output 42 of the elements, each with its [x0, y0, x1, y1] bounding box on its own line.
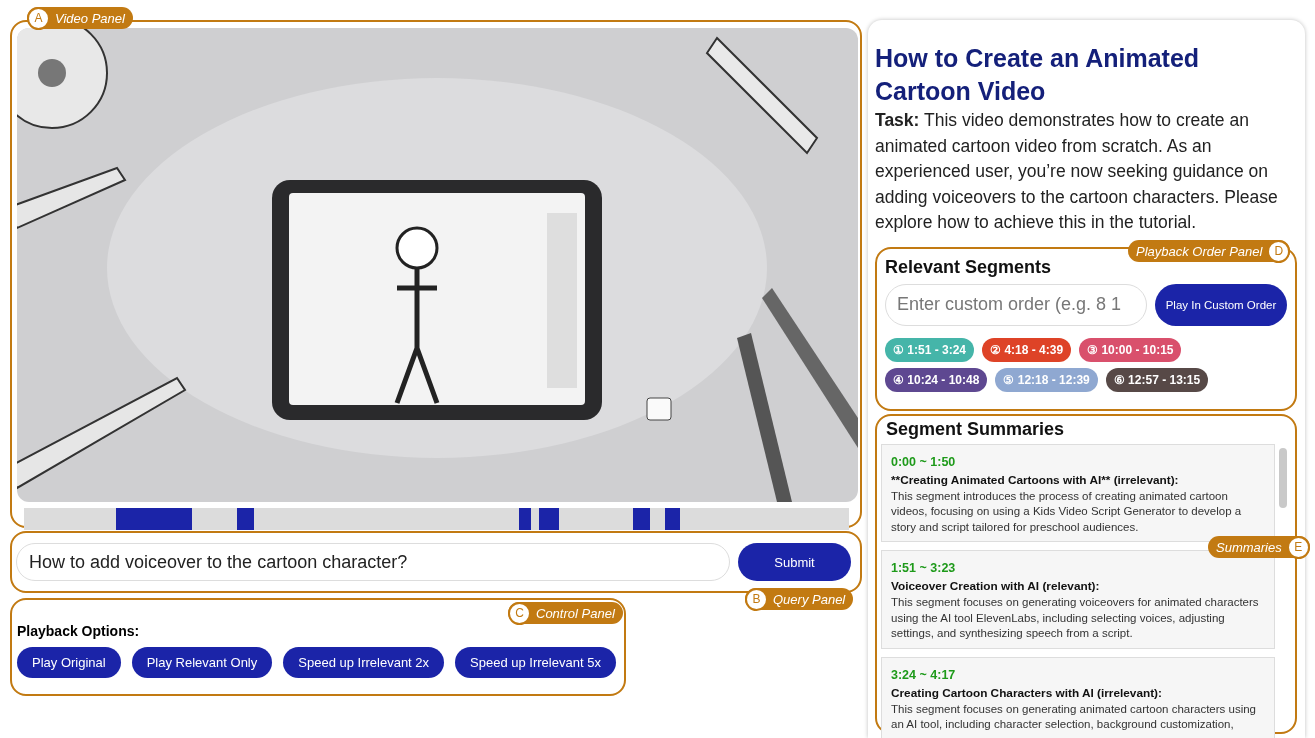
segment-time: 1:51 ~ 3:23	[891, 561, 956, 575]
timeline-bar[interactable]	[24, 508, 849, 530]
callout-text: Video Panel	[55, 10, 125, 26]
segment-chip[interactable]: ② 4:18 - 4:39	[982, 337, 1072, 362]
scrollbar-thumb[interactable]	[1279, 447, 1287, 508]
video-title: How to Create an Animated Cartoon Video	[875, 43, 1201, 107]
playback-option-button[interactable]: Speed up Irrelevant 2x	[283, 647, 445, 678]
segment-time: 3:24 ~ 4:17	[891, 667, 956, 682]
callout-letter: E	[1286, 535, 1310, 559]
callout-text: Control Panel	[536, 605, 615, 621]
custom-order-field[interactable]: Enter custom order (e.g. 8 1	[885, 283, 1147, 326]
callout-letter: B	[745, 587, 768, 611]
timeline-segment[interactable]	[115, 508, 193, 530]
segment-title: Creating Cartoon Characters with AI (irrelevant):	[891, 685, 1163, 700]
segment-title: Voiceover Creation with AI (relevant):	[891, 579, 1101, 593]
callout-text: Summaries	[1216, 539, 1282, 555]
callout-letter: A	[27, 6, 50, 30]
callout-letter: C	[508, 601, 531, 625]
segment-chip[interactable]: ③ 10:00 - 10:15	[1079, 337, 1182, 362]
segment-chip[interactable]: ⑥ 12:57 - 13:15	[1105, 367, 1209, 392]
playback-options-heading: Playback Options:	[17, 623, 140, 639]
segment-title: **Creating Animated Cartoons with AI** (irrelevant):	[891, 472, 1180, 487]
timeline-segment[interactable]	[236, 508, 255, 530]
timeline-segment[interactable]	[519, 508, 532, 530]
task-description: Task: This video demonstrates how to create an animated cartoon video from scratch. As an experienced user, you’re now seeking guidance on adding voiceovers to the cartoon characters. Please explore how to achieve this in the tutorial.	[875, 109, 1279, 234]
play-custom-order-button[interactable]: Play In Custom Order	[1155, 283, 1287, 326]
callout-text: Playback Order Panel	[1136, 243, 1263, 259]
segment-summary-text: This segment introduces the process of creating animated cartoon videos, focusing on using a Kids Video Script Generator to develop a story and script tailored for preschool audiences.	[891, 488, 1243, 535]
segment-chip[interactable]: ④ 10:24 - 10:48	[885, 367, 988, 392]
segment-time: 0:00 ~ 1:50	[891, 454, 956, 469]
timeline-segment[interactable]	[632, 508, 651, 530]
playback-option-button[interactable]: Speed up Irrelevant 5x	[455, 647, 616, 678]
submit-button[interactable]: Submit	[738, 543, 851, 581]
relevant-segments-heading: Relevant Segments	[885, 256, 1052, 278]
callout-text: Query Panel	[773, 591, 846, 607]
timeline-segment[interactable]	[538, 508, 559, 530]
segment-summaries-heading: Segment Summaries	[886, 418, 1065, 440]
playback-option-button[interactable]: Play Original	[17, 647, 121, 678]
segment-summary-text: This segment focuses on generating animated cartoon characters using an AI tool, including character selection, background customization,	[891, 701, 1257, 732]
query-field[interactable]: How to add voiceover to the cartoon character?	[16, 543, 730, 581]
segment-summary-text: This segment focuses on generating voiceovers for animated characters using the AI tool ElevenLabs, including selecting voices, adjusting settings, and synthesizing speech from a script.	[891, 595, 1260, 641]
playback-option-button[interactable]: Play Relevant Only	[131, 647, 273, 678]
